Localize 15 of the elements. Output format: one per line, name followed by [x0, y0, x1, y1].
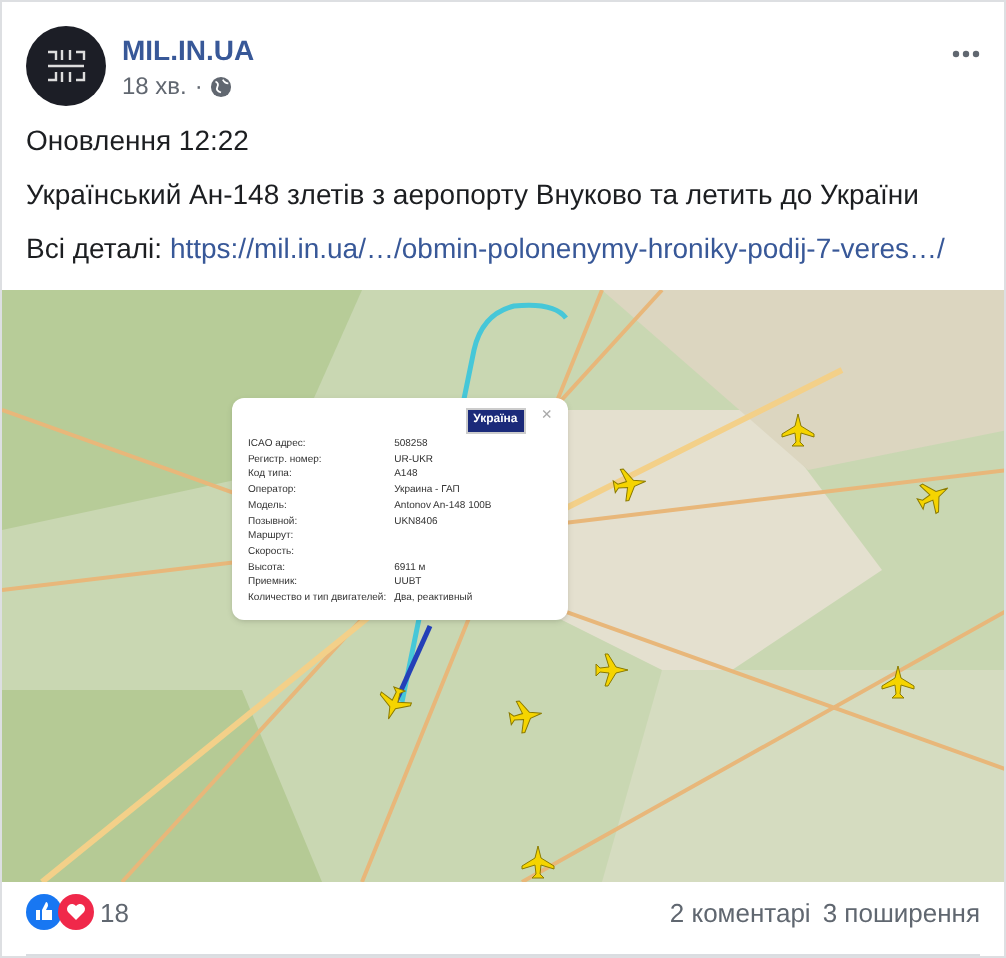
details-label: Всі деталі:: [26, 232, 163, 264]
reaction-count[interactable]: 18: [100, 893, 129, 932]
avatar[interactable]: [26, 26, 106, 106]
post-link[interactable]: https://mil.in.ua/…/obmin-polonenymy-hroniky-podij-7-veres…/: [169, 232, 945, 264]
like-icon[interactable]: [26, 894, 62, 931]
post-text: Український Ан-148 злетів з аеропорту Внуково та летить до України: [26, 176, 921, 212]
logo-icon: [44, 48, 88, 84]
comment-count[interactable]: 2 коментарі: [669, 893, 811, 932]
separator-dot: ·: [194, 70, 203, 104]
globe-icon: [210, 75, 233, 97]
more-icon[interactable]: [952, 50, 980, 58]
post-time[interactable]: 18 хв.: [122, 68, 187, 104]
post-text: Оновлення 12:22: [26, 122, 251, 158]
author-name[interactable]: MIL.IN.UA: [122, 32, 255, 68]
share-count[interactable]: 3 поширення: [822, 893, 980, 932]
